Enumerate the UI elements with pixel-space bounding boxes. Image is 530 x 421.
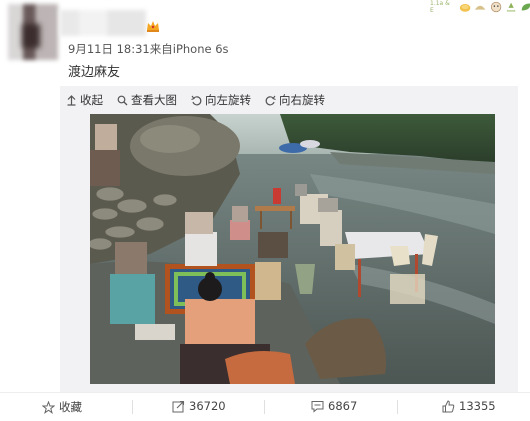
- rotate-left-label: 向左旋转: [205, 93, 251, 107]
- view-large-label: 查看大图: [131, 93, 177, 107]
- post-photo[interactable]: [90, 114, 495, 384]
- star-icon: [42, 400, 55, 414]
- rotate-right-button[interactable]: 向右旋转: [265, 92, 325, 108]
- favorite-label: 收藏: [59, 400, 82, 414]
- footer-separator: [264, 400, 265, 414]
- magnifier-icon: [117, 95, 128, 105]
- rotate-right-icon: [265, 95, 276, 105]
- footer-separator: [132, 400, 133, 414]
- media-panel: 收起 查看大图 向左旋转 向右旋转: [60, 86, 518, 392]
- footer-separator: [397, 400, 398, 414]
- rotate-left-icon: [191, 95, 202, 105]
- leaf-icon: [521, 3, 530, 11]
- favorite-button[interactable]: 收藏: [42, 399, 82, 415]
- face-icon: [490, 1, 501, 13]
- dumpling-icon: [475, 5, 486, 10]
- decoration-text: 1.1a & E: [430, 0, 450, 14]
- rotate-left-button[interactable]: 向左旋转: [191, 92, 251, 108]
- like-count: 13355: [459, 399, 496, 413]
- username[interactable]: [60, 10, 146, 36]
- comment-icon: [311, 400, 324, 413]
- media-toolbar: 收起 查看大图 向左旋转 向右旋转: [66, 91, 339, 109]
- avatar[interactable]: [8, 4, 58, 60]
- view-large-button[interactable]: 查看大图: [117, 92, 177, 108]
- footer-divider: [0, 392, 530, 393]
- rotate-right-label: 向右旋转: [279, 93, 325, 107]
- collapse-label: 收起: [80, 93, 103, 107]
- comment-count: 6867: [328, 399, 358, 413]
- post-source: 来自iPhone 6s: [149, 42, 229, 56]
- thumb-up-icon: [442, 399, 455, 412]
- post-timestamp[interactable]: 9月11日 18:31: [68, 42, 150, 56]
- post-text: 渡边麻友: [68, 65, 121, 80]
- rice-icon: [506, 2, 516, 12]
- crown-icon: [147, 21, 159, 32]
- share-icon: [172, 400, 185, 412]
- arrow-up-icon: [67, 94, 76, 106]
- mooncake-icon: [460, 3, 471, 12]
- collapse-button[interactable]: 收起: [66, 92, 103, 108]
- decoration-icons: 1.1a & E: [430, 0, 530, 14]
- post-action-bar: 收藏 36720 6867 13355: [0, 396, 530, 418]
- repost-count: 36720: [189, 399, 226, 413]
- like-button[interactable]: 13355: [442, 399, 496, 413]
- comment-button[interactable]: 6867: [311, 399, 357, 413]
- repost-button[interactable]: 36720: [172, 399, 226, 413]
- post-meta: 9月11日 18:31来自iPhone 6s: [68, 41, 229, 57]
